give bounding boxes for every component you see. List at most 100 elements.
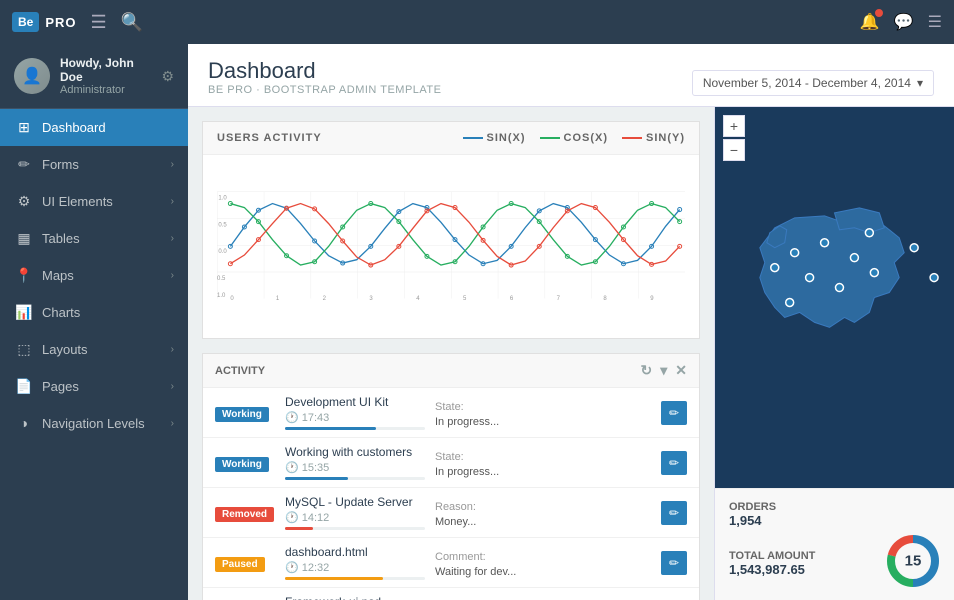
menu-toggle-icon[interactable]: ☰ [91,12,107,33]
edit-button[interactable]: ✏ [661,401,687,425]
task-time: 🕐 15:35 [285,461,425,474]
messages-icon[interactable]: 💬 [894,12,914,32]
status-badge-wrap: Removed [215,505,275,520]
sidebar-item-navigation-levels[interactable]: ◑ Navigation Levels › [0,405,188,441]
charts-icon: 📊 [14,304,34,321]
total-amount-value: 1,543,987.65 [729,562,815,577]
activity-table: Working Development UI Kit 🕐 17:43 State… [203,388,699,600]
progress-bar [285,477,425,480]
chevron-right-icon: › [171,381,174,392]
status-badge: Paused [215,557,265,572]
sidebar-item-label: Forms [42,157,171,172]
date-range-button[interactable]: November 5, 2014 - December 4, 2014 ▾ [692,70,934,96]
activity-action: ✏ [661,501,687,525]
sidebar-item-ui-elements[interactable]: ⚙ UI Elements › [0,183,188,220]
legend-cos-x: cos(x) [540,132,609,144]
task-info: dashboard.html 🕐 12:32 [285,545,425,580]
chevron-right-icon: › [171,196,174,207]
chart-section: USERS ACTIVITY sin(x) cos(x) [202,121,700,339]
layouts-icon: ⬚ [14,341,34,358]
task-info: MySQL - Update Server 🕐 14:12 [285,495,425,530]
edit-button[interactable]: ✏ [661,451,687,475]
activity-state: State:In progress... [435,398,651,428]
navigation-icon: ◑ [14,415,34,431]
legend-line-sinx [463,137,483,139]
edit-button[interactable]: ✏ [661,501,687,525]
notification-badge [875,9,883,17]
status-badge-wrap: Working [215,405,275,420]
chevron-right-icon: › [171,344,174,355]
task-time: 🕐 12:32 [285,561,425,574]
activity-section: ACTIVITY ↻ ▾ ✕ Working Development UI Ki… [202,353,700,600]
chevron-right-icon: › [171,270,174,281]
page-subtitle: BE PRO · BOOTSTRAP ADMIN TEMPLATE [208,84,442,96]
sidebar-nav: ⊞ Dashboard ✏ Forms › ⚙ UI Elements › ▦ … [0,109,188,600]
orders-title: ORDERS [729,501,940,513]
sidebar-item-pages[interactable]: 📄 Pages › [0,368,188,405]
task-time: 🕐 17:43 [285,411,425,424]
progress-bar [285,427,425,430]
topbar-left: Be PRO ☰ 🔍 [12,12,143,33]
dashboard-icon: ⊞ [14,119,34,136]
legend-sin-x: sin(x) [463,132,526,144]
main-layout: 👤 Howdy, John Doe Administrator ⚙ ⊞ Dash… [0,44,954,600]
maps-icon: 📍 [14,267,34,284]
tables-icon: ▦ [14,230,34,247]
progress-bar [285,577,425,580]
topbar: Be PRO ☰ 🔍 🔔 💬 ☰ [0,0,954,44]
sidebar-item-label: Pages [42,379,171,394]
content-body: USERS ACTIVITY sin(x) cos(x) [188,107,954,600]
activity-state: State:In progress... [435,448,651,478]
notifications-icon[interactable]: 🔔 [860,12,880,32]
sidebar-item-charts[interactable]: 📊 Charts [0,294,188,331]
sidebar-item-layouts[interactable]: ⬚ Layouts › [0,331,188,368]
sidebar-item-maps[interactable]: 📍 Maps › [0,257,188,294]
chevron-down-icon[interactable]: ▾ [660,362,667,379]
task-name: dashboard.html [285,545,425,559]
activity-state: Reason:Money... [435,498,651,528]
sidebar-item-label: UI Elements [42,194,171,209]
legend-label-sinx: sin(x) [487,132,526,144]
sidebar-item-tables[interactable]: ▦ Tables › [0,220,188,257]
ui-elements-icon: ⚙ [14,193,34,210]
svg-text:-0.5: -0.5 [217,276,226,282]
edit-button[interactable]: ✏ [661,551,687,575]
pages-icon: 📄 [14,378,34,395]
activity-action: ✏ [661,401,687,425]
brand: Be PRO [12,12,77,32]
content: Dashboard BE PRO · BOOTSTRAP ADMIN TEMPL… [188,44,954,600]
page-header: Dashboard BE PRO · BOOTSTRAP ADMIN TEMPL… [188,44,954,107]
task-info: Development UI Kit 🕐 17:43 [285,395,425,430]
svg-text:0.5: 0.5 [218,222,227,228]
task-time: 🕐 14:12 [285,511,425,524]
gear-icon[interactable]: ⚙ [161,68,174,85]
close-icon[interactable]: ✕ [675,362,687,379]
total-amount-label: TOTAL AMOUNT [729,550,815,562]
activity-header: ACTIVITY ↻ ▾ ✕ [203,354,699,388]
sidebar-item-forms[interactable]: ✏ Forms › [0,146,188,183]
chevron-down-icon: ▾ [917,76,923,90]
map-svg [715,107,954,488]
sidebar-item-label: Navigation Levels [42,416,171,431]
task-name: Development UI Kit [285,395,425,409]
forms-icon: ✏ [14,156,34,173]
brand-name: PRO [45,15,76,30]
orders-count: 1,954 [729,513,940,528]
status-badge-wrap: Paused [215,555,275,570]
task-name: Framework-ui.psd [285,595,425,600]
sidebar: 👤 Howdy, John Doe Administrator ⚙ ⊞ Dash… [0,44,188,600]
chevron-right-icon: › [171,418,174,429]
settings-icon[interactable]: ☰ [928,12,942,32]
activity-action: ✏ [661,451,687,475]
sidebar-item-dashboard[interactable]: ⊞ Dashboard [0,109,188,146]
activity-action: ✏ [661,551,687,575]
refresh-icon[interactable]: ↻ [641,362,653,379]
legend-sin-y: sin(y) [622,132,685,144]
chart-body: 1.0 0.5 0.0 -0.5 -1.0 0 1 2 3 4 5 [203,155,699,338]
activity-title: ACTIVITY [215,365,265,377]
chevron-right-icon: › [171,159,174,170]
status-badge: Working [215,407,269,422]
search-icon[interactable]: 🔍 [121,12,143,33]
task-info: Working with customers 🕐 15:35 [285,445,425,480]
status-badge: Removed [215,507,274,522]
